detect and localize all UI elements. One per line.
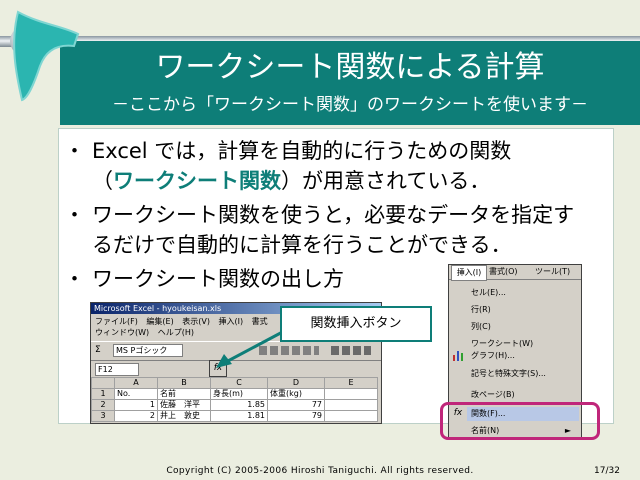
menu-item-symbol[interactable]: 記号と特殊文字(S)... — [471, 366, 575, 381]
table-row: 3 2 井上 敦史 1.81 79 — [91, 410, 378, 422]
bullet-mark: ・ — [64, 203, 85, 227]
menu-item-cells[interactable]: セル(E)... — [471, 285, 575, 300]
row-header[interactable]: 3 — [91, 410, 115, 422]
cell[interactable]: 77 — [267, 399, 325, 411]
bullet-1-line-2: （ワークシート関数）が用意されている． — [92, 166, 490, 196]
cell[interactable]: 井上 敦史 — [157, 410, 211, 422]
bullet-1-tail: ）が用意されている． — [281, 169, 491, 193]
cell[interactable]: 身長(m) — [210, 388, 268, 400]
row-header[interactable]: 2 — [91, 399, 115, 411]
bullet-2-line-2: るだけで自動的に計算を行うことができる． — [92, 233, 512, 257]
cell[interactable] — [324, 399, 378, 411]
menubar-insert[interactable]: 挿入(I) — [451, 265, 487, 281]
bullet-3-line-1: ワークシート関数の出し方 — [92, 267, 344, 291]
corner-cell[interactable] — [91, 377, 115, 389]
bullet-2-line-1: ワークシート関数を使うと，必要なデータを指定す — [92, 203, 575, 227]
cell[interactable]: 1.85 — [210, 399, 268, 411]
chart-icon — [453, 351, 463, 361]
row-header[interactable]: 1 — [91, 388, 115, 400]
slide-title: ワークシート関数による計算 — [155, 50, 545, 85]
column-header[interactable]: C — [210, 377, 268, 389]
copyright-footer: Copyright (C) 2005-2006 Hiroshi Taniguch… — [166, 466, 474, 476]
column-header[interactable]: A — [114, 377, 158, 389]
cell[interactable]: 体重(kg) — [267, 388, 325, 400]
bullet-1-line-1: Excel では，計算を自動的に行うための関数 — [92, 139, 512, 163]
page-number: 17/32 — [594, 466, 620, 476]
menu-edit[interactable]: 編集(E) — [146, 317, 173, 326]
autosum-icon[interactable]: Σ — [95, 345, 101, 355]
highlight-ring — [440, 402, 600, 440]
cell[interactable]: No. — [114, 388, 158, 400]
cell[interactable]: 佐藤 洋平 — [157, 399, 211, 411]
cell[interactable]: 1 — [114, 399, 158, 411]
cell[interactable] — [324, 410, 378, 422]
menu-item-columns[interactable]: 列(C) — [471, 319, 575, 334]
column-header[interactable]: D — [267, 377, 325, 389]
menubar-format[interactable]: 書式(O) — [489, 265, 518, 279]
cell[interactable]: 名前 — [157, 388, 211, 400]
bullet-mark: ・ — [64, 139, 85, 163]
bullet-1-open-paren: （ — [92, 169, 113, 193]
format-buttons[interactable] — [331, 346, 371, 355]
menu-help[interactable]: ヘルプ(H) — [158, 328, 194, 337]
column-header[interactable]: E — [324, 377, 378, 389]
callout-label: 関数挿入ボタン — [280, 306, 432, 342]
excel-title: Microsoft Excel - hyoukeisan.xls — [94, 304, 222, 313]
highlight-term: ワークシート関数 — [113, 169, 281, 193]
bullet-mark: ・ — [64, 267, 85, 291]
menubar-tools[interactable]: ツール(T) — [535, 265, 570, 279]
menu-item-rows[interactable]: 行(R) — [471, 302, 575, 317]
column-header-row: A B C D E — [91, 377, 378, 389]
cell[interactable]: 1.81 — [210, 410, 268, 422]
table-row: 1 No. 名前 身長(m) 体重(kg) — [91, 388, 378, 400]
cell[interactable]: 79 — [267, 410, 325, 422]
slide-subtitle: －ここから「ワークシート関数」のワークシートを使います－ — [112, 95, 588, 115]
spreadsheet-grid: A B C D E 1 No. 名前 身長(m) 体重(kg) 2 1 佐藤 洋… — [91, 377, 381, 422]
table-row: 2 1 佐藤 洋平 1.85 77 — [91, 399, 378, 411]
cell[interactable]: 2 — [114, 410, 158, 422]
cell[interactable] — [324, 388, 378, 400]
column-header[interactable]: B — [157, 377, 211, 389]
menu-file[interactable]: ファイル(F) — [95, 317, 138, 326]
name-box[interactable]: F12 — [95, 363, 139, 376]
menu-item-chart[interactable]: グラフ(H)... — [471, 348, 575, 363]
menu-bar: 挿入(I) 書式(O) ツール(T) — [449, 265, 581, 281]
menu-window[interactable]: ウィンドウ(W) — [95, 328, 149, 337]
font-name-box[interactable]: MS Pゴシック — [113, 344, 183, 357]
menu-item-page-break[interactable]: 改ページ(B) — [471, 387, 575, 402]
